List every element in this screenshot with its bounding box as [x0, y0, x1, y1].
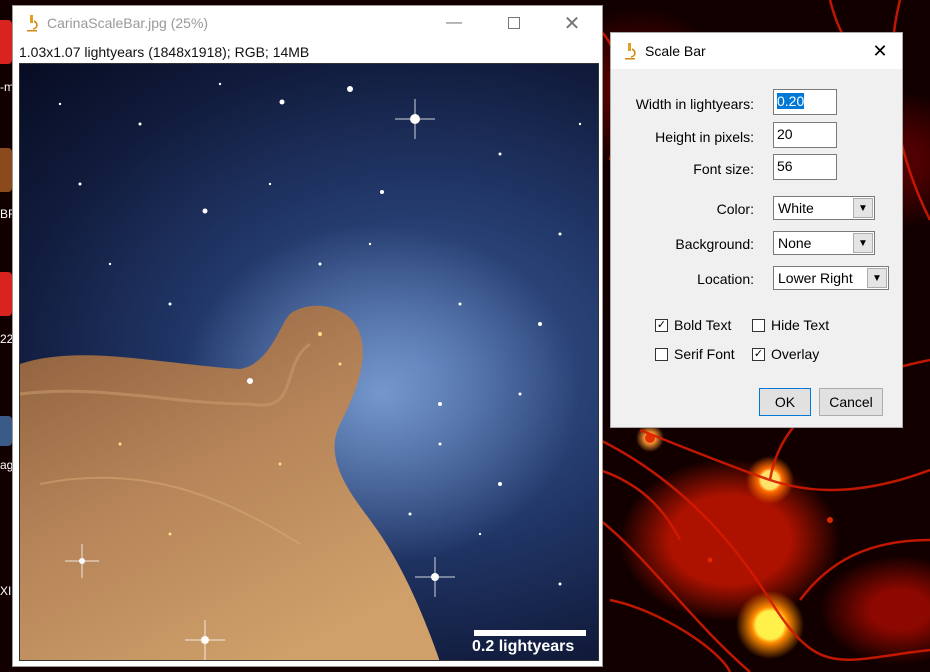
bold-text-checkbox[interactable]: ✓ — [655, 319, 668, 332]
chevron-down-icon: ▼ — [853, 233, 873, 253]
maximize-icon — [508, 17, 520, 29]
cancel-button[interactable]: Cancel — [819, 388, 883, 416]
nebula-image — [20, 82, 582, 660]
image-window-titlebar[interactable]: CarinaScaleBar.jpg (25%) — ✕ — [13, 6, 602, 40]
serif-font-checkbox[interactable] — [655, 348, 668, 361]
scale-bar-dialog[interactable]: Scale Bar ✕ Width in lightyears: 0.20 He… — [610, 32, 903, 428]
ok-button[interactable]: OK — [759, 388, 811, 416]
image-canvas[interactable]: 0.2 lightyears — [19, 63, 599, 661]
location-label: Location: — [697, 271, 754, 287]
chevron-down-icon: ▼ — [853, 198, 873, 218]
dialog-close-button[interactable]: ✕ — [864, 35, 896, 67]
height-input[interactable]: 20 — [773, 122, 837, 148]
image-window[interactable]: CarinaScaleBar.jpg (25%) — ✕ 1.03x1.07 l… — [12, 5, 603, 667]
minimize-icon: — — [446, 14, 462, 31]
minimize-button[interactable]: — — [431, 6, 477, 40]
overlay-checkbox[interactable]: ✓ — [752, 348, 765, 361]
background-select[interactable]: None ▼ — [773, 231, 875, 255]
desktop-icon[interactable] — [0, 20, 12, 64]
width-input[interactable]: 0.20 — [773, 89, 837, 115]
bold-text-label: Bold Text — [674, 317, 732, 333]
dialog-titlebar[interactable]: Scale Bar ✕ — [611, 33, 902, 69]
chevron-down-icon: ▼ — [867, 268, 887, 288]
image-window-title: CarinaScaleBar.jpg (25%) — [47, 15, 209, 31]
hide-text-label: Hide Text — [771, 317, 830, 333]
location-select[interactable]: Lower Right ▼ — [773, 266, 889, 290]
serif-font-label: Serif Font — [674, 346, 735, 362]
height-label: Height in pixels: — [655, 129, 754, 145]
microscope-icon — [27, 15, 38, 32]
scale-bar — [474, 630, 586, 636]
dialog-title: Scale Bar — [645, 43, 706, 59]
background-label: Background: — [675, 236, 754, 252]
overlay-label: Overlay — [771, 346, 820, 362]
width-value: 0.20 — [777, 93, 805, 109]
desktop-icon[interactable] — [0, 148, 12, 192]
desktop-icon[interactable] — [0, 272, 12, 316]
checkmark-icon: ✓ — [753, 348, 764, 360]
close-icon: ✕ — [872, 40, 888, 61]
desktop-icon[interactable] — [0, 416, 12, 446]
background-value: None — [778, 235, 812, 251]
checkmark-icon: ✓ — [656, 319, 667, 331]
color-value: White — [778, 200, 814, 216]
width-label: Width in lightyears: — [635, 96, 754, 112]
image-info-text: 1.03x1.07 lightyears (1848x1918); RGB; 1… — [19, 44, 310, 60]
font-size-value: 56 — [777, 158, 793, 174]
font-size-label: Font size: — [693, 161, 754, 177]
microscope-icon — [625, 43, 636, 60]
close-icon: ✕ — [563, 12, 581, 35]
font-size-input[interactable]: 56 — [773, 154, 837, 180]
scale-bar-label: 0.2 lightyears — [472, 638, 575, 655]
location-value: Lower Right — [778, 270, 853, 286]
height-value: 20 — [777, 126, 793, 142]
color-label: Color: — [716, 201, 754, 217]
hide-text-checkbox[interactable] — [752, 319, 765, 332]
color-select[interactable]: White ▼ — [773, 196, 875, 220]
close-button[interactable]: ✕ — [549, 6, 595, 40]
maximize-button[interactable] — [491, 6, 537, 40]
